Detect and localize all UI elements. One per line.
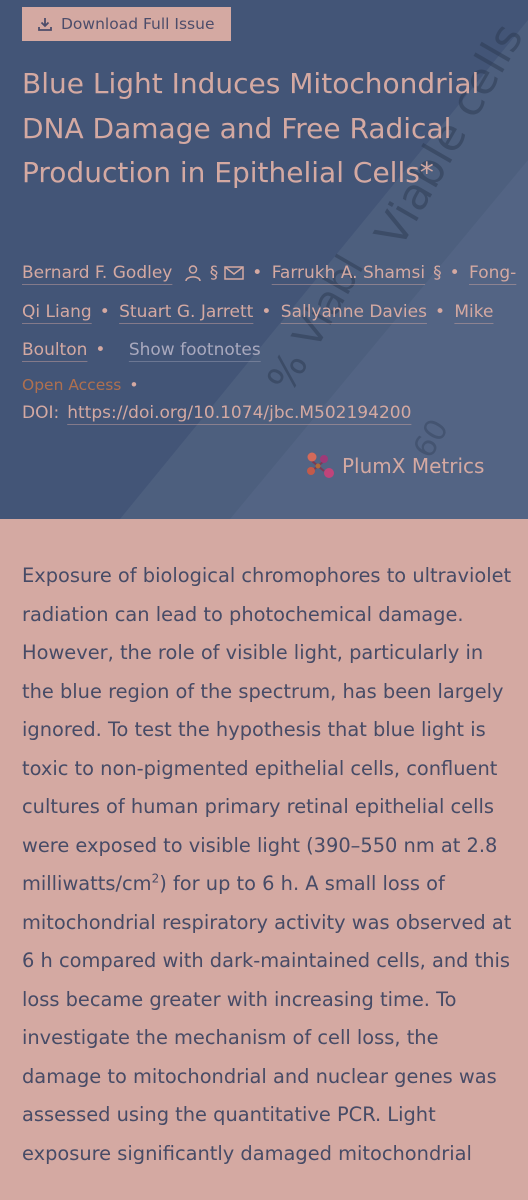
separator-bullet: • bbox=[99, 301, 110, 322]
separator-bullet: • bbox=[261, 301, 272, 322]
abstract-text-part: ) for up to 6 h. A small loss of mitocho… bbox=[22, 872, 512, 1165]
open-access-row: Open Access • bbox=[22, 376, 139, 394]
author-list: Bernard F. Godley § • Farrukh A. Shamsi §… bbox=[22, 254, 517, 370]
author-link[interactable]: Bernard F. Godley bbox=[22, 263, 172, 283]
affiliation-symbol[interactable]: § bbox=[210, 263, 219, 283]
article-title: Blue Light Induces Mitochondrial DNA Dam… bbox=[22, 67, 480, 189]
abstract-text: Exposure of biological chromophores to u… bbox=[22, 557, 512, 1173]
separator-bullet: • bbox=[95, 340, 106, 360]
separator-bullet: • bbox=[252, 263, 263, 283]
show-footnotes-link[interactable]: Show footnotes bbox=[129, 340, 261, 360]
plumx-metrics-button[interactable]: PlumX Metrics bbox=[302, 451, 484, 481]
author-link[interactable]: Sallyanne Davies bbox=[281, 302, 427, 322]
article-header: Viable cells % Viabl 60 Download Full Is… bbox=[0, 0, 528, 519]
separator-bullet: • bbox=[129, 376, 139, 394]
download-icon bbox=[38, 18, 52, 31]
doi-row: DOI: https://doi.org/10.1074/jbc.M5021942… bbox=[22, 403, 411, 423]
doi-link[interactable]: https://doi.org/10.1074/jbc.M502194200 bbox=[67, 403, 411, 423]
open-access-badge[interactable]: Open Access bbox=[22, 376, 121, 394]
separator-bullet: • bbox=[434, 301, 445, 322]
download-full-issue-button[interactable]: Download Full Issue bbox=[22, 7, 231, 41]
download-full-issue-label: Download Full Issue bbox=[61, 15, 215, 33]
author-link[interactable]: Stuart G. Jarrett bbox=[119, 302, 253, 322]
author-link[interactable]: Farrukh A. Shamsi bbox=[272, 263, 425, 283]
separator-bullet: • bbox=[449, 263, 460, 283]
plumx-logo-icon bbox=[307, 452, 334, 478]
doi-label: DOI: bbox=[22, 403, 60, 423]
affiliation-symbol[interactable]: § bbox=[433, 263, 442, 283]
person-icon[interactable] bbox=[184, 264, 202, 282]
email-icon[interactable] bbox=[224, 265, 245, 281]
plumx-metrics-label: PlumX Metrics bbox=[342, 454, 485, 478]
abstract-text-part: Exposure of biological chromophores to u… bbox=[22, 564, 512, 895]
